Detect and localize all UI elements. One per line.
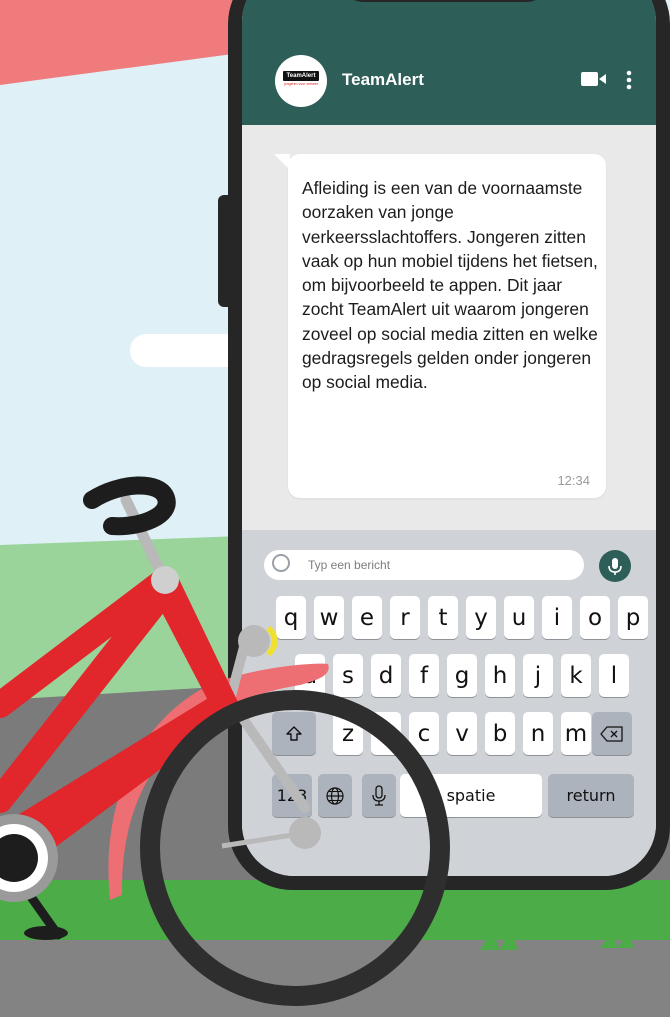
- key-b[interactable]: b: [485, 712, 515, 755]
- key-c[interactable]: c: [409, 712, 439, 755]
- return-key[interactable]: return: [548, 774, 634, 817]
- microphone-icon: [372, 784, 386, 806]
- backspace-icon: [600, 725, 623, 742]
- key-f[interactable]: f: [409, 654, 439, 697]
- microphone-key[interactable]: [362, 774, 396, 817]
- globe-key[interactable]: [318, 774, 352, 817]
- teamalert-logo: TeamAlert: [283, 71, 319, 81]
- message-time: 12:34: [557, 473, 590, 488]
- globe-icon: [326, 786, 344, 805]
- key-g[interactable]: g: [447, 654, 477, 697]
- shift-key[interactable]: [272, 712, 316, 755]
- voice-message-button[interactable]: [599, 550, 631, 582]
- contact-avatar[interactable]: TeamAlert jongeren voor verkeer: [275, 55, 327, 107]
- key-e[interactable]: e: [352, 596, 382, 639]
- key-m[interactable]: m: [561, 712, 591, 755]
- key-a[interactable]: a: [295, 654, 325, 697]
- key-i[interactable]: i: [542, 596, 572, 639]
- phone-notch: [338, 0, 552, 2]
- message-text: Afleiding is een van de voornaamste oorz…: [302, 178, 598, 393]
- message-bubble[interactable]: Afleiding is een van de voornaamste oorz…: [288, 154, 606, 498]
- key-h[interactable]: h: [485, 654, 515, 697]
- key-p[interactable]: p: [618, 596, 648, 639]
- key-d[interactable]: d: [371, 654, 401, 697]
- key-q[interactable]: q: [276, 596, 306, 639]
- key-x[interactable]: x: [371, 712, 401, 755]
- key-w[interactable]: w: [314, 596, 344, 639]
- video-call-icon[interactable]: [581, 71, 607, 87]
- key-y[interactable]: y: [466, 596, 496, 639]
- emoji-icon[interactable]: [272, 554, 290, 572]
- phone-screen: TeamAlert jongeren voor verkeer TeamAler…: [242, 0, 656, 876]
- key-t[interactable]: t: [428, 596, 458, 639]
- key-z[interactable]: z: [333, 712, 363, 755]
- cloud: [130, 334, 242, 367]
- space-key[interactable]: spatie: [400, 774, 542, 817]
- keyboard-area: Typ een bericht q w e r t y u i o p a s …: [242, 530, 656, 876]
- key-k[interactable]: k: [561, 654, 591, 697]
- key-o[interactable]: o: [580, 596, 610, 639]
- backspace-key[interactable]: [592, 712, 632, 755]
- key-u[interactable]: u: [504, 596, 534, 639]
- contact-name[interactable]: TeamAlert: [342, 70, 424, 90]
- shift-icon: [286, 725, 302, 741]
- chat-header: TeamAlert jongeren voor verkeer TeamAler…: [242, 0, 656, 125]
- more-options-icon[interactable]: [625, 70, 633, 90]
- logo-tagline: jongeren voor verkeer: [283, 82, 319, 86]
- key-s[interactable]: s: [333, 654, 363, 697]
- numbers-key[interactable]: 123: [272, 774, 312, 817]
- sidewalk: [0, 940, 670, 1017]
- microphone-icon: [608, 558, 622, 575]
- key-l[interactable]: l: [599, 654, 629, 697]
- key-r[interactable]: r: [390, 596, 420, 639]
- key-j[interactable]: j: [523, 654, 553, 697]
- message-input-placeholder: Typ een bericht: [308, 558, 391, 572]
- key-n[interactable]: n: [523, 712, 553, 755]
- key-v[interactable]: v: [447, 712, 477, 755]
- message-input[interactable]: Typ een bericht: [264, 550, 584, 580]
